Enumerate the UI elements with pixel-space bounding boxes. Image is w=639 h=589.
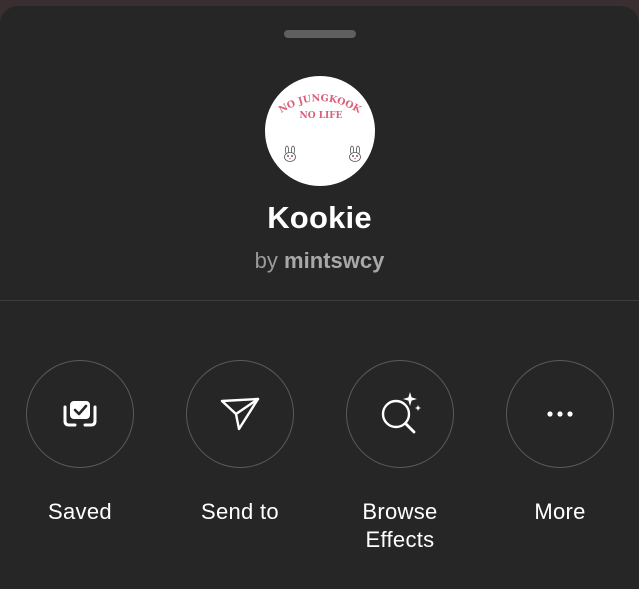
send-to-button-circle[interactable] bbox=[186, 360, 294, 468]
bunny-left-icon bbox=[284, 145, 296, 162]
browse-effects-icon bbox=[381, 392, 421, 434]
saved-button[interactable]: Saved bbox=[10, 360, 150, 526]
saved-label: Saved bbox=[48, 499, 112, 524]
browse-effects-label: Browse Effects bbox=[362, 499, 438, 552]
avatar-text-line2: NO LIFE bbox=[300, 111, 343, 121]
more-button-circle[interactable] bbox=[506, 360, 614, 468]
divider bbox=[0, 300, 639, 301]
browse-effects-button-circle[interactable] bbox=[346, 360, 454, 468]
send-to-button[interactable]: Send to bbox=[170, 360, 310, 526]
more-button[interactable]: More bbox=[490, 360, 630, 526]
saved-button-circle[interactable] bbox=[26, 360, 134, 468]
bunny-right-icon bbox=[349, 145, 361, 162]
saved-check-icon bbox=[63, 401, 97, 427]
more-label: More bbox=[534, 499, 586, 524]
byline-prefix: by bbox=[254, 248, 278, 273]
send-icon bbox=[220, 397, 260, 431]
send-to-label: Send to bbox=[201, 499, 279, 524]
effect-avatar-image: NO JUNGKOOK NO LIFE bbox=[277, 93, 364, 162]
author-link[interactable]: mintswcy bbox=[284, 248, 384, 273]
sheet-grabber[interactable] bbox=[284, 30, 356, 38]
bottom-sheet: NO JUNGKOOK NO LIFE Kookie by mintswcy S… bbox=[0, 6, 639, 589]
effect-byline: by mintswcy bbox=[0, 248, 639, 274]
more-icon bbox=[547, 411, 573, 417]
effect-name: Kookie bbox=[267, 200, 372, 235]
browse-effects-button[interactable]: Browse Effects bbox=[330, 360, 470, 554]
effect-avatar: NO JUNGKOOK NO LIFE bbox=[265, 76, 375, 186]
